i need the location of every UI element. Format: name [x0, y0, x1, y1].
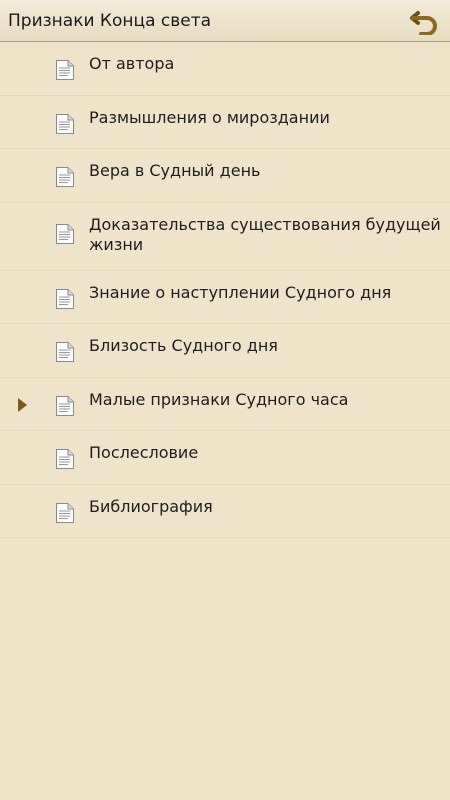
document-icon [56, 395, 74, 416]
page-title: Признаки Конца света [8, 11, 212, 31]
toc-item-label: Вера в Судный день [89, 161, 261, 180]
document-icon [56, 60, 74, 80]
toc-item[interactable]: Вера в Судный день [0, 149, 450, 203]
document-icon [56, 449, 74, 469]
toc-item-label: Близость Судного дня [89, 336, 278, 355]
document-icon [56, 342, 74, 362]
toc-item[interactable]: Доказательства существования будущей жиз… [0, 203, 450, 271]
table-of-contents: От автора Размышления о мироздании Вера … [0, 42, 450, 538]
toc-item[interactable]: Знание о наступлении Судного дня [0, 271, 450, 324]
toc-item[interactable]: Близость Судного дня [0, 324, 450, 378]
toc-item[interactable]: Библиография [0, 485, 450, 538]
toc-item[interactable]: Размышления о мироздании [0, 96, 450, 149]
toc-item-label: От автора [89, 54, 175, 73]
document-icon [56, 223, 74, 244]
current-position-icon [18, 397, 27, 412]
back-button[interactable] [408, 5, 442, 37]
document-icon [56, 113, 74, 134]
toc-item-label: Знание о наступлении Судного дня [89, 282, 392, 302]
toc-item-label: Размышления о мироздании [89, 107, 330, 127]
toc-item-label: Малые признаки Судного часа [89, 389, 349, 409]
back-arrow-icon [410, 11, 437, 35]
toc-item-label: Послесловие [89, 443, 199, 462]
document-icon [56, 167, 74, 187]
document-icon [56, 502, 74, 523]
document-icon [56, 288, 74, 309]
toc-item-current[interactable]: Малые признаки Судного часа [0, 378, 450, 431]
toc-item[interactable]: От автора [0, 42, 450, 96]
title-bar: Признаки Конца света [0, 0, 450, 42]
toc-item[interactable]: Послесловие [0, 431, 450, 485]
toc-item-label: Доказательства существования будущей жиз… [89, 214, 441, 254]
toc-item-label: Библиография [89, 496, 213, 516]
